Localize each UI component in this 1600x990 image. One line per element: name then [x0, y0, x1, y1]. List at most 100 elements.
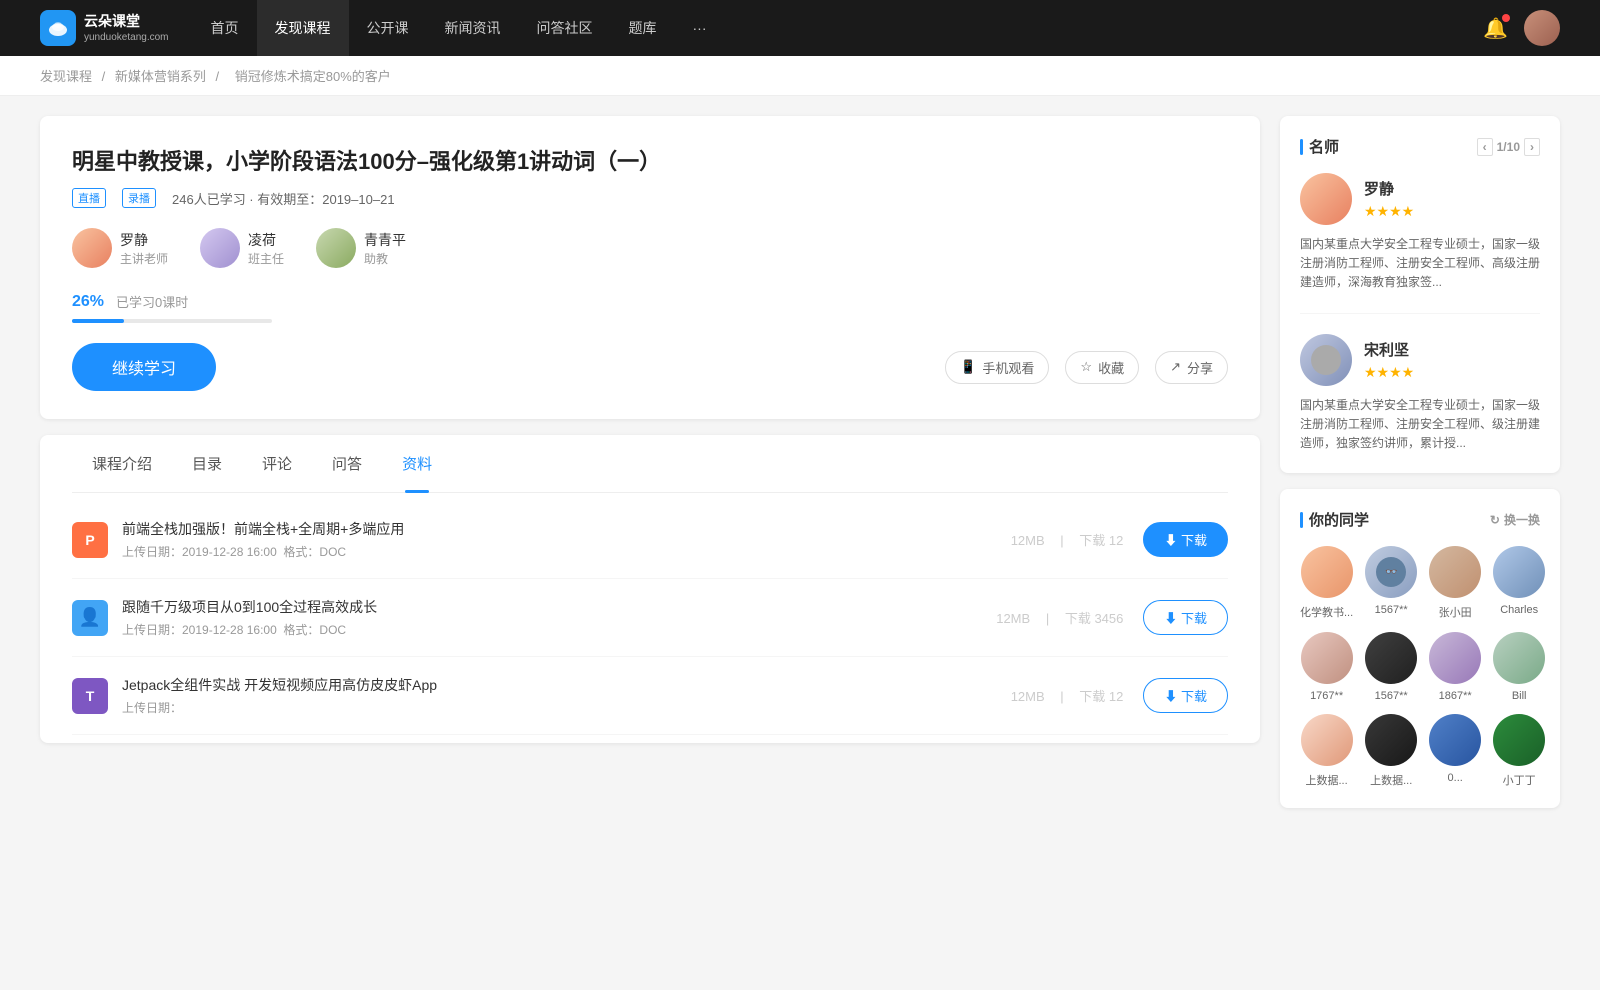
share-label: 分享 [1187, 358, 1213, 377]
student-7[interactable]: Bill [1493, 632, 1545, 702]
course-card: 明星中教授课，小学阶段语法100分–强化级第1讲动词（一） 直播 录播 246人… [40, 116, 1260, 419]
course-meta: 直播 录播 246人已学习 · 有效期至：2019–10–21 [72, 188, 1228, 208]
nav-qa[interactable]: 问答社区 [519, 0, 611, 56]
tab-review[interactable]: 评论 [242, 435, 312, 492]
breadcrumb-series[interactable]: 新媒体营销系列 [115, 69, 206, 84]
teacher-sidebar-stars-1: ★★★★ [1364, 364, 1414, 381]
student-3[interactable]: Charles [1493, 546, 1545, 620]
teacher-avatar-1 [200, 228, 240, 268]
nav-news[interactable]: 新闻资讯 [427, 0, 519, 56]
content-area: 明星中教授课，小学阶段语法100分–强化级第1讲动词（一） 直播 录播 246人… [40, 116, 1260, 808]
student-name-0: 化学教书... [1300, 604, 1353, 620]
student-1[interactable]: 👓 1567** [1365, 546, 1417, 620]
student-9[interactable]: 上数据... [1365, 714, 1417, 788]
refresh-icon: ↻ [1490, 513, 1500, 527]
student-avatar-7 [1493, 632, 1545, 684]
nav-quiz[interactable]: 题库 [611, 0, 675, 56]
student-8[interactable]: 上数据... [1300, 714, 1353, 788]
download-button-2[interactable]: ⬇ 下载 [1143, 678, 1228, 713]
continue-button[interactable]: 继续学习 [72, 343, 216, 391]
nav-more[interactable]: ··· [675, 0, 725, 56]
nav-home[interactable]: 首页 [193, 0, 257, 56]
teacher-info-1: 凌荷 班主任 [248, 230, 284, 267]
logo[interactable]: 云朵课堂 yunduoketang.com [40, 10, 169, 46]
students-grid: 化学教书... 👓 1567** 张小田 Charles [1300, 546, 1540, 788]
notification-bell[interactable]: 🔔 [1483, 16, 1508, 41]
students-sidebar-card: 你的同学 ↻ 换一换 化学教书... 👓 1567** [1280, 489, 1560, 808]
refresh-students-button[interactable]: ↻ 换一换 [1490, 511, 1540, 528]
resource-title-2: Jetpack全组件实战 开发短视频应用高仿皮皮虾App [122, 675, 991, 695]
teacher-sidebar-header-1: 宋利坚 ★★★★ [1300, 334, 1540, 386]
student-name-5: 1567** [1365, 690, 1417, 702]
student-10[interactable]: 0... [1429, 714, 1481, 788]
student-avatar-8 [1301, 714, 1353, 766]
teacher-sidebar-avatar-0 [1300, 173, 1352, 225]
teachers-pagination[interactable]: ‹ 1/10 › [1477, 138, 1540, 156]
teacher-role-1: 班主任 [248, 250, 284, 267]
student-avatar-11 [1493, 714, 1545, 766]
student-2[interactable]: 张小田 [1429, 546, 1481, 620]
download-button-1[interactable]: ⬇ 下载 [1143, 600, 1228, 635]
next-page-icon[interactable]: › [1524, 138, 1540, 156]
progress-desc: 已学习0课时 [116, 292, 188, 311]
nav-right: 🔔 [1483, 10, 1560, 46]
students-sidebar-title: 你的同学 ↻ 换一换 [1300, 509, 1540, 530]
logo-icon [40, 10, 76, 46]
teacher-name-1: 凌荷 [248, 230, 284, 250]
resource-stats-0: 12MB | 下载 12 [1005, 530, 1130, 549]
tab-qa[interactable]: 问答 [312, 435, 382, 492]
student-5[interactable]: 1567** [1365, 632, 1417, 702]
mobile-icon: 📱 [960, 359, 976, 375]
share-button[interactable]: ↗ 分享 [1155, 351, 1228, 384]
resource-title-1: 跟随千万级项目从0到100全过程高效成长 [122, 597, 976, 617]
student-11[interactable]: 小丁丁 [1493, 714, 1545, 788]
student-avatar-3 [1493, 546, 1545, 598]
student-avatar-0 [1301, 546, 1353, 598]
student-0[interactable]: 化学教书... [1300, 546, 1353, 620]
prev-page-icon[interactable]: ‹ [1477, 138, 1493, 156]
teacher-sidebar-avatar-1 [1300, 334, 1352, 386]
resource-item-2: T Jetpack全组件实战 开发短视频应用高仿皮皮虾App 上传日期： 12M… [72, 657, 1228, 735]
resource-list: P 前端全栈加强版！前端全栈+全周期+多端应用 上传日期：2019-12-28 … [72, 493, 1228, 743]
favorite-label: 收藏 [1098, 358, 1124, 377]
nav-discover[interactable]: 发现课程 [257, 0, 349, 56]
mobile-watch-button[interactable]: 📱 手机观看 [945, 351, 1049, 384]
student-name-1: 1567** [1365, 604, 1417, 616]
tag-record: 录播 [122, 188, 156, 208]
teacher-role-2: 助教 [364, 250, 406, 267]
resource-stats-2: 12MB | 下载 12 [1005, 686, 1130, 705]
resource-item-0: P 前端全栈加强版！前端全栈+全周期+多端应用 上传日期：2019-12-28 … [72, 501, 1228, 579]
favorite-button[interactable]: ☆ 收藏 [1065, 351, 1139, 384]
breadcrumb-discover[interactable]: 发现课程 [40, 69, 92, 84]
resource-icon-1: 👤 [72, 600, 108, 636]
student-avatar-10 [1429, 714, 1481, 766]
teachers-title-text: 名师 [1309, 136, 1339, 157]
tab-resources[interactable]: 资料 [382, 435, 452, 492]
student-name-7: Bill [1493, 690, 1545, 702]
logo-text: 云朵课堂 yunduoketang.com [84, 12, 169, 43]
title-bar-icon [1300, 139, 1303, 155]
nav-open[interactable]: 公开课 [349, 0, 427, 56]
resource-meta-1: 上传日期：2019-12-28 16:00 格式：DOC [122, 621, 976, 638]
students-title-bar [1300, 512, 1303, 528]
student-name-3: Charles [1493, 604, 1545, 616]
action-row: 继续学习 📱 手机观看 ☆ 收藏 ↗ 分享 [72, 343, 1228, 391]
student-4[interactable]: 1767** [1300, 632, 1353, 702]
teacher-sidebar-0: 罗静 ★★★★ 国内某重点大学安全工程专业硕士，国家一级注册消防工程师、注册安全… [1300, 173, 1540, 314]
tab-toc[interactable]: 目录 [172, 435, 242, 492]
tab-intro[interactable]: 课程介绍 [72, 435, 172, 492]
user-avatar-nav[interactable] [1524, 10, 1560, 46]
breadcrumb: 发现课程 / 新媒体营销系列 / 销冠修炼术搞定80%的客户 [0, 56, 1600, 96]
students-title-text: 你的同学 [1309, 509, 1369, 530]
teacher-role-0: 主讲老师 [120, 250, 168, 267]
student-avatar-5 [1365, 632, 1417, 684]
resource-info-0: 前端全栈加强版！前端全栈+全周期+多端应用 上传日期：2019-12-28 16… [122, 519, 991, 560]
teacher-sidebar-desc-1: 国内某重点大学安全工程专业硕士，国家一级注册消防工程师、注册安全工程师、级注册建… [1300, 396, 1540, 454]
download-button-0[interactable]: ⬇ 下载 [1143, 522, 1228, 557]
teacher-name-2: 青青平 [364, 230, 406, 250]
resource-item-1: 👤 跟随千万级项目从0到100全过程高效成长 上传日期：2019-12-28 1… [72, 579, 1228, 657]
student-6[interactable]: 1867** [1429, 632, 1481, 702]
course-title: 明星中教授课，小学阶段语法100分–强化级第1讲动词（一） [72, 144, 1228, 176]
resource-info-1: 跟随千万级项目从0到100全过程高效成长 上传日期：2019-12-28 16:… [122, 597, 976, 638]
resource-title-0: 前端全栈加强版！前端全栈+全周期+多端应用 [122, 519, 991, 539]
